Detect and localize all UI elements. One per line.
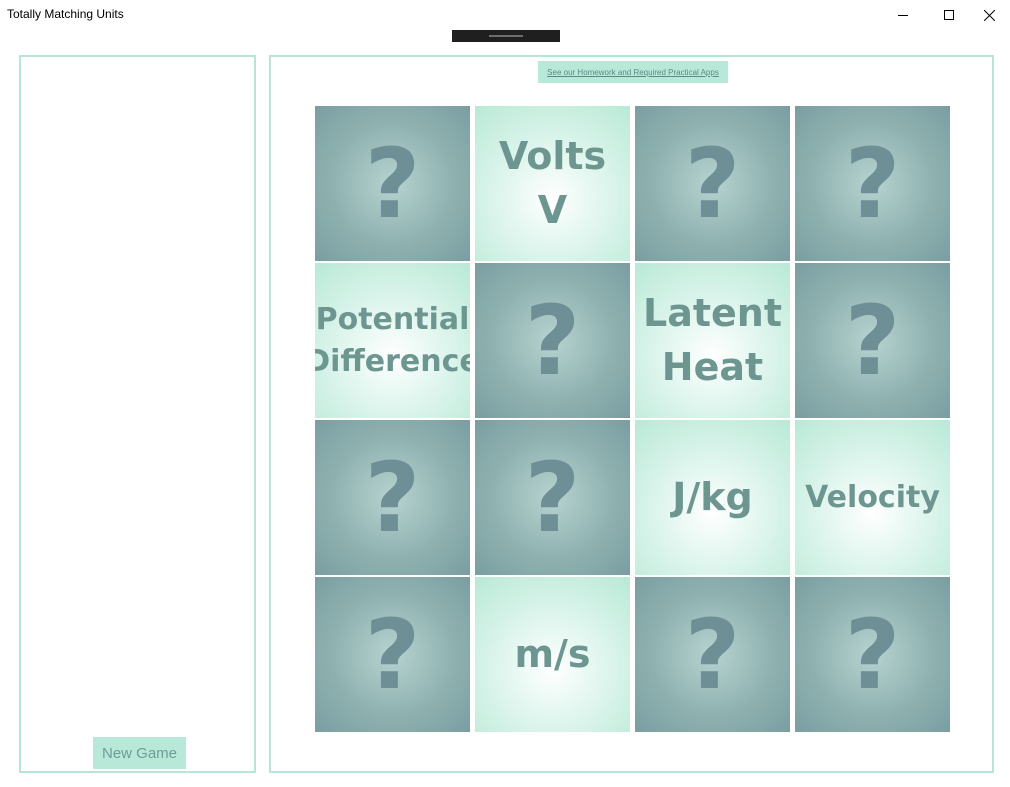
card-8[interactable]: ? (795, 263, 950, 418)
question-mark-icon: ? (364, 441, 421, 554)
card-label: Latent Heat (643, 287, 782, 393)
card-14[interactable]: m/s (475, 577, 630, 732)
question-mark-icon: ? (844, 127, 901, 240)
maximize-icon (944, 10, 954, 20)
minimize-button[interactable] (880, 0, 926, 30)
card-1[interactable]: ? (315, 106, 470, 261)
card-16[interactable]: ? (795, 577, 950, 732)
card-15[interactable]: ? (635, 577, 790, 732)
card-grid: ? Volts V?? Potential Difference? Latent Heat?… (315, 106, 952, 732)
card-4[interactable]: ? (795, 106, 950, 261)
game-panel: See our Homework and Required Practical … (269, 55, 994, 773)
card-label-line1: Volts (498, 134, 607, 179)
card-label: Volts V (499, 130, 606, 236)
window-title: Totally Matching Units (7, 7, 124, 21)
card-2[interactable]: Volts V (475, 106, 630, 261)
question-mark-icon: ? (524, 441, 581, 554)
card-12[interactable]: Velocity (795, 420, 950, 575)
question-mark-icon: ? (364, 598, 421, 711)
card-label-line2: V (537, 187, 568, 232)
drag-handle[interactable] (452, 30, 560, 42)
card-5[interactable]: Potential Difference (315, 263, 470, 418)
card-7[interactable]: Latent Heat (635, 263, 790, 418)
apps-link[interactable]: See our Homework and Required Practical … (538, 61, 728, 83)
question-mark-icon: ? (684, 598, 741, 711)
card-label: J/kg (672, 471, 753, 524)
card-label: Potential Difference (315, 299, 470, 383)
question-mark-icon: ? (844, 598, 901, 711)
question-mark-icon: ? (684, 127, 741, 240)
question-mark-icon: ? (524, 284, 581, 397)
card-label-line1: Latent (642, 291, 782, 336)
question-mark-icon: ? (844, 284, 901, 397)
card-label-line1: Velocity (805, 479, 940, 515)
card-label-line1: m/s (514, 631, 591, 676)
card-6[interactable]: ? (475, 263, 630, 418)
card-label-line1: Potential (315, 301, 470, 337)
close-button[interactable] (966, 0, 1010, 30)
close-icon (983, 9, 995, 21)
card-label-line1: J/kg (672, 474, 753, 519)
title-bar: Totally Matching Units (0, 0, 1010, 30)
card-label: m/s (514, 628, 590, 681)
card-label-line2: Heat (661, 344, 764, 389)
card-13[interactable]: ? (315, 577, 470, 732)
card-10[interactable]: ? (475, 420, 630, 575)
card-3[interactable]: ? (635, 106, 790, 261)
question-mark-icon: ? (364, 127, 421, 240)
card-11[interactable]: J/kg (635, 420, 790, 575)
minimize-icon (898, 10, 908, 20)
card-9[interactable]: ? (315, 420, 470, 575)
new-game-button[interactable]: New Game (93, 737, 186, 769)
card-label-line2: Difference (315, 343, 470, 379)
card-label: Velocity (805, 477, 940, 519)
sidebar-panel: New Game (19, 55, 256, 773)
